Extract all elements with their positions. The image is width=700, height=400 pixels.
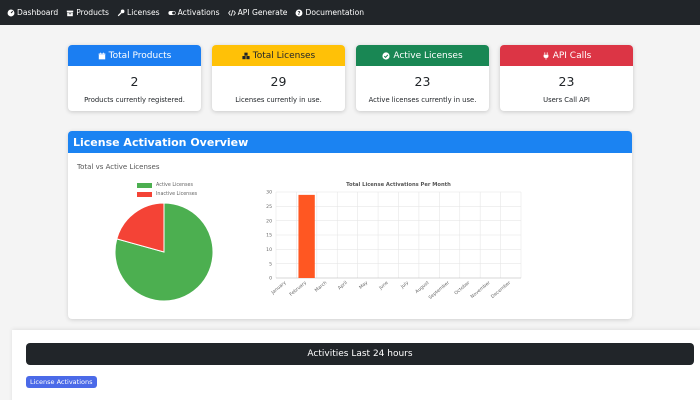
bar-y-tick-label: 5 — [269, 261, 272, 267]
card-total-licenses-desc: Licenses currently in use. — [235, 96, 322, 104]
nav-documentation-label: Documentation — [305, 8, 365, 17]
bar-x-tick-label: September — [428, 280, 451, 301]
bar-y-tick-label: 20 — [266, 218, 272, 224]
bar-y-tick-label: 30 — [266, 190, 272, 196]
activities-title: Activities Last 24 hours — [26, 343, 694, 365]
question-icon: ? — [295, 9, 303, 17]
card-active-licenses-desc: Active licenses currently in use. — [368, 96, 477, 104]
bar-y-tick-label: 15 — [266, 233, 272, 239]
bar-chart-title: Total License Activations Per Month — [346, 182, 451, 188]
bar-x-tick-label: July — [399, 280, 410, 291]
bar-x-tick-label: March — [314, 280, 329, 294]
nav-activations-label: Activations — [177, 8, 220, 17]
card-total-products-value: 2 — [130, 74, 139, 89]
card-api-calls-desc: Users Call API — [543, 96, 590, 104]
nav-api-generate[interactable]: API Generate — [227, 8, 288, 17]
toggle-icon — [167, 9, 176, 17]
card-total-products-header: Total Products — [68, 45, 201, 66]
nav-products-label: Products — [76, 8, 109, 17]
license-activation-overview-panel: License Activation Overview Total vs Act… — [68, 131, 632, 319]
nav-dashboard[interactable]: Dashboard — [7, 8, 58, 17]
card-total-licenses: Total Licenses 29 Licenses currently in … — [212, 45, 345, 111]
bar-x-tick-label: August — [414, 280, 430, 295]
bar-chart: Total License Activations Per Month 0 5 10 1… — [266, 182, 522, 301]
bar-x-tick-label: November — [469, 280, 491, 300]
nav-activations[interactable]: Activations — [167, 8, 220, 17]
boxes-icon — [242, 52, 250, 59]
card-api-calls-value: 23 — [558, 74, 575, 89]
card-total-products: Total Products 2 Products currently regi… — [68, 45, 201, 111]
bar-x-tick-label: February — [288, 280, 308, 298]
card-active-licenses-title: Active Licenses — [393, 50, 463, 61]
plug-icon — [543, 51, 549, 60]
card-total-products-title: Total Products — [108, 50, 172, 61]
svg-text:?: ? — [298, 10, 301, 16]
card-total-licenses-value: 29 — [270, 74, 287, 89]
calendar-icon — [98, 52, 105, 59]
nav-products[interactable]: Products — [66, 8, 109, 17]
card-active-licenses-header: Active Licenses — [356, 45, 489, 66]
nav-dashboard-label: Dashboard — [17, 8, 59, 17]
bar-february — [298, 194, 315, 278]
card-total-products-desc: Products currently registered. — [84, 96, 185, 104]
key-icon — [117, 9, 125, 17]
card-api-calls-title: API Calls — [552, 50, 592, 61]
check-circle-icon — [382, 51, 390, 60]
license-activations-badge[interactable]: License Activations — [26, 376, 97, 388]
bar-y-tick-label: 10 — [266, 247, 272, 253]
nav-api-generate-label: API Generate — [237, 8, 288, 17]
card-total-licenses-header: Total Licenses — [212, 45, 345, 66]
gauge-icon — [7, 9, 15, 17]
bar-y-tick-label: 25 — [266, 204, 272, 210]
code-icon — [227, 9, 236, 17]
nav-licenses[interactable]: Licenses — [117, 8, 160, 17]
bar-x-tick-label: May — [358, 280, 369, 291]
nav-documentation[interactable]: ? Documentation — [295, 8, 364, 17]
box-icon — [66, 9, 74, 17]
card-api-calls-header: API Calls — [500, 45, 633, 66]
card-api-calls: API Calls 23 Users Call API — [500, 45, 633, 111]
bar-y-tick-label: 0 — [269, 276, 272, 282]
top-navbar: Dashboard Products Licenses Activations … — [0, 0, 700, 25]
bar-x-tick-label: October — [453, 280, 471, 296]
activities-panel — [12, 330, 700, 400]
card-total-licenses-title: Total Licenses — [252, 50, 316, 61]
bar-x-tick-label: December — [490, 280, 512, 300]
card-active-licenses-value: 23 — [414, 74, 431, 89]
card-active-licenses: Active Licenses 23 Active licenses curre… — [356, 45, 489, 111]
bar-x-tick-label: April — [337, 280, 349, 291]
bar-x-tick-label: January — [270, 280, 288, 297]
bar-x-tick-label: June — [377, 280, 389, 292]
nav-licenses-label: Licenses — [127, 8, 160, 17]
